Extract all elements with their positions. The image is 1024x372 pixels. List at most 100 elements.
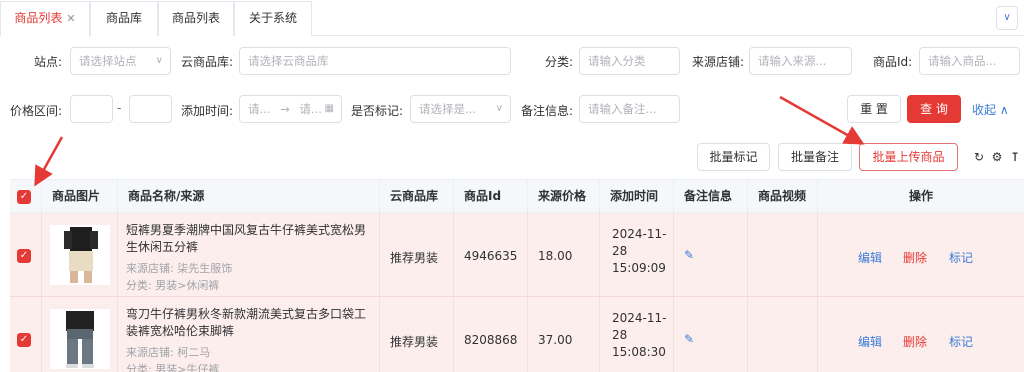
site-label: 站点: xyxy=(34,55,63,69)
reset-button[interactable]: 重 置 xyxy=(847,95,901,123)
tab-label: 商品库 xyxy=(105,11,142,25)
edit-link[interactable]: 编辑 xyxy=(858,249,882,266)
edit-remark-icon[interactable]: ✎ xyxy=(684,332,694,346)
name-source-cell: 短裤男夏季潮牌中国风复古牛仔裤美式宽松男生休闲五分裤 来源店铺: 柒先生服饰 分… xyxy=(118,213,380,297)
table-row[interactable]: ✓ 弯刀牛仔裤男秋冬新款潮流美式复古多口袋工装裤宽松哈伦束脚裤 来源店铺: 柯二… xyxy=(10,297,1024,372)
product-store: 来源店铺: 柯二马 xyxy=(126,346,211,359)
goods-id-value: 4946635 xyxy=(464,249,518,263)
price-min-input[interactable] xyxy=(70,95,113,123)
header-video: 商品视频 xyxy=(748,180,818,213)
add-time-clock: 15:08:30 xyxy=(612,345,666,359)
close-icon[interactable]: ✕ xyxy=(66,12,75,25)
store-placeholder: 请输入来源... xyxy=(758,54,827,68)
product-category: 分类: 男装>休闲裤 xyxy=(126,279,220,292)
actions-cell: 编辑 删除 标记 xyxy=(818,297,1024,372)
add-time-cell: 2024-11- 28 15:08:30 xyxy=(600,297,674,372)
add-time-range-picker[interactable]: 请... → 请... ▦ xyxy=(239,95,342,123)
product-store: 来源店铺: 柒先生服饰 xyxy=(126,262,233,275)
product-title[interactable]: 短裤男夏季潮牌中国风复古牛仔裤美式宽松男生休闲五分裤 xyxy=(126,222,374,256)
header-select-cell: ✓ xyxy=(10,180,42,213)
header-cloud-library: 云商品库 xyxy=(380,180,454,213)
header-remark: 备注信息 xyxy=(674,180,748,213)
batch-upload-button[interactable]: 批量上传商品 xyxy=(859,143,958,171)
header-goods-id: 商品Id xyxy=(454,180,528,213)
image-cell xyxy=(42,297,118,372)
table-row[interactable]: ✓ 短裤男夏季潮牌中国风复古牛仔裤美式宽松男生休闲五分裤 来源店铺: 柒先生服饰… xyxy=(10,213,1024,297)
goods-id-cell: 8208868 xyxy=(454,297,528,372)
tab-goods-list-active[interactable]: 商品列表 ✕ xyxy=(0,1,90,37)
batch-mark-button[interactable]: 批量标记 xyxy=(697,143,770,171)
price-dash: - xyxy=(117,101,122,115)
remark-cell: ✎ xyxy=(674,297,748,372)
arrow-to-select-all xyxy=(34,136,64,187)
marked-placeholder: 请选择是... xyxy=(419,102,476,116)
tab-goods-list[interactable]: 商品列表 xyxy=(158,1,234,36)
add-time-value: 2024-11- 28 15:09:09 xyxy=(612,226,672,277)
cloud-library-select[interactable]: 请选择云商品库 xyxy=(239,47,511,75)
goods-id-label: 商品Id: xyxy=(873,55,913,69)
category-input[interactable]: 请输入分类 xyxy=(579,47,680,75)
product-title[interactable]: 弯刀牛仔裤男秋冬新款潮流美式复古多口袋工装裤宽松哈伦束脚裤 xyxy=(126,306,374,340)
product-category: 分类: 男装>牛仔裤 xyxy=(126,363,220,372)
delete-link[interactable]: 删除 xyxy=(903,249,927,266)
chevron-down-icon: ∨ xyxy=(495,103,503,114)
header-name-source: 商品名称/来源 xyxy=(118,180,380,213)
tab-about-system[interactable]: 关于系统 xyxy=(234,1,312,36)
delete-link[interactable]: 删除 xyxy=(903,333,927,350)
query-button[interactable]: 查 询 xyxy=(907,95,961,123)
price-value: 18.00 xyxy=(538,249,573,263)
site-select[interactable]: 请选择站点 ∨ xyxy=(70,47,171,75)
jeans-product-icon xyxy=(50,309,110,369)
site-placeholder: 请选择站点 xyxy=(79,54,137,68)
header-actions: 操作 xyxy=(908,189,933,203)
mark-link[interactable]: 标记 xyxy=(949,249,973,266)
goods-id-cell: 4946635 xyxy=(454,213,528,297)
marked-label: 是否标记: xyxy=(351,104,404,118)
cloud-library-label: 云商品库: xyxy=(181,55,234,69)
calendar-icon: ▦ xyxy=(324,103,334,114)
add-time-label: 添加时间: xyxy=(181,104,234,118)
edit-link[interactable]: 编辑 xyxy=(858,333,882,350)
price-max-input[interactable] xyxy=(129,95,172,123)
refresh-icon[interactable]: ↻ xyxy=(972,150,986,164)
cloud-library-cell: 推荐男装 xyxy=(380,297,454,372)
add-time-day: 28 xyxy=(612,244,628,258)
add-time-value: 2024-11- 28 15:08:30 xyxy=(612,310,672,361)
marked-select[interactable]: 请选择是... ∨ xyxy=(410,95,511,123)
row-select-cell: ✓ xyxy=(10,213,42,297)
row-checkbox[interactable]: ✓ xyxy=(17,333,31,347)
remark-label: 备注信息: xyxy=(521,104,574,118)
column-height-icon[interactable]: ⊺ xyxy=(1008,150,1022,164)
edit-remark-icon[interactable]: ✎ xyxy=(684,248,694,262)
tab-goods-library[interactable]: 商品库 xyxy=(90,1,158,36)
add-time-date: 2024-11- xyxy=(612,311,667,325)
cloud-library-value: 推荐男装 xyxy=(390,251,439,265)
tab-more-button[interactable]: ∨ xyxy=(996,6,1018,30)
cloud-library-placeholder: 请选择云商品库 xyxy=(248,54,329,68)
row-checkbox[interactable]: ✓ xyxy=(17,249,31,263)
tab-label: 关于系统 xyxy=(248,11,297,25)
store-input[interactable]: 请输入来源... xyxy=(749,47,852,75)
store-label: 来源店铺: xyxy=(692,55,745,69)
cloud-library-value: 推荐男装 xyxy=(390,335,439,349)
settings-icon[interactable]: ⚙ xyxy=(990,150,1004,164)
price-range-label: 价格区间: xyxy=(10,104,63,118)
table-header: ✓ 商品图片 商品名称/来源 云商品库 商品Id 来源价格 添加时间 备注信息 … xyxy=(10,179,1024,213)
add-time-day: 28 xyxy=(612,328,628,342)
cloud-library-cell: 推荐男装 xyxy=(380,213,454,297)
product-image[interactable] xyxy=(50,309,110,369)
goods-id-input[interactable]: 请输入商品... xyxy=(919,47,1020,75)
arrow-right-icon: → xyxy=(280,102,290,116)
mark-link[interactable]: 标记 xyxy=(949,333,973,350)
collapse-button[interactable]: 收起 ∧ xyxy=(972,101,1009,118)
add-time-date: 2024-11- xyxy=(612,227,667,241)
batch-remark-button[interactable]: 批量备注 xyxy=(778,143,852,171)
tab-bar: 商品列表 ✕ 商品库 商品列表 关于系统 ∨ xyxy=(0,0,1024,37)
product-image[interactable] xyxy=(50,225,110,285)
select-all-checkbox[interactable]: ✓ xyxy=(17,190,31,204)
date-start-placeholder: 请... xyxy=(248,102,271,116)
goods-id-value: 8208868 xyxy=(464,333,518,347)
remark-input[interactable]: 请输入备注... xyxy=(579,95,680,123)
add-time-cell: 2024-11- 28 15:09:09 xyxy=(600,213,674,297)
header-source-price: 来源价格 xyxy=(528,180,600,213)
